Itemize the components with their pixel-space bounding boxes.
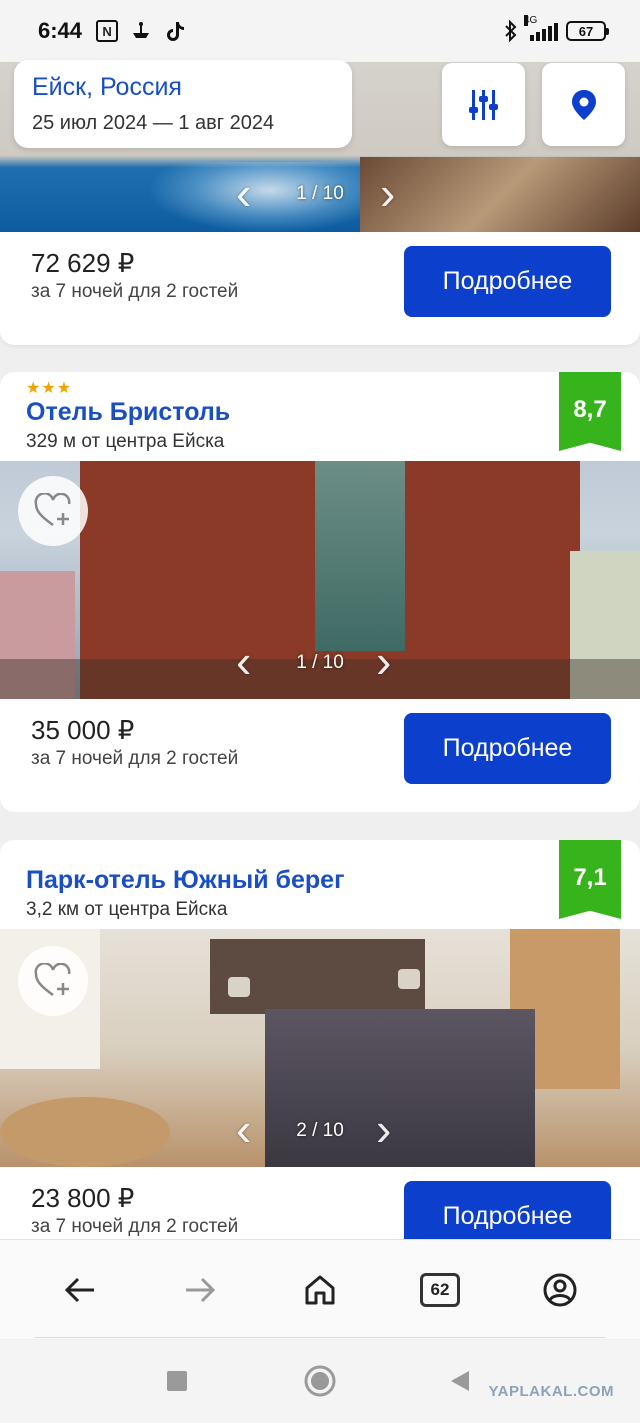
hotel-price: 72 629 ₽ bbox=[31, 248, 135, 278]
circle-icon bbox=[304, 1365, 336, 1397]
search-summary[interactable]: Ейск, Россия 25 июл 2024 — 1 авг 2024 bbox=[14, 60, 352, 148]
square-icon bbox=[167, 1371, 187, 1391]
hotel-card-top-footer: 72 629 ₽ за 7 ночей для 2 гостей Подробн… bbox=[0, 232, 640, 345]
image-next-arrow-icon[interactable]: › bbox=[376, 638, 391, 684]
heart-plus-icon bbox=[34, 493, 71, 527]
bedside-lamp bbox=[228, 977, 250, 997]
bluetooth-icon bbox=[500, 20, 522, 42]
image-counter: 1 / 10 bbox=[296, 652, 344, 673]
hotel-price: 23 800 ₽ bbox=[31, 1183, 135, 1213]
forward-button[interactable] bbox=[175, 1265, 225, 1315]
hotel-price-sub: за 7 ночей для 2 гостей bbox=[31, 1216, 239, 1237]
network-type: 4G bbox=[524, 15, 538, 26]
triangle-back-icon bbox=[451, 1371, 469, 1391]
status-time: 6:44 bbox=[38, 18, 83, 43]
heart-plus-icon bbox=[34, 963, 71, 997]
browser-bottom-bar: 62 bbox=[0, 1239, 640, 1339]
profile-button[interactable] bbox=[535, 1265, 585, 1315]
battery-level: 67 bbox=[578, 23, 594, 39]
details-button[interactable]: Подробнее bbox=[404, 713, 611, 784]
signal-icon: 4G bbox=[524, 15, 558, 41]
nfc-icon: N bbox=[96, 20, 119, 42]
map-button[interactable] bbox=[542, 63, 625, 146]
hotel-price-sub: за 7 ночей для 2 гостей bbox=[31, 748, 239, 769]
hotel-rating-badge: 8,7 bbox=[559, 372, 621, 451]
hotel-image[interactable]: ‹ 2 / 10 › bbox=[0, 929, 640, 1167]
hotel-rating-badge: 7,1 bbox=[559, 840, 621, 919]
tabs-button[interactable]: 62 bbox=[415, 1265, 465, 1315]
home-icon bbox=[305, 1275, 335, 1304]
hotel-name[interactable]: Отель Бристоль bbox=[26, 398, 230, 427]
image-counter: 2 / 10 bbox=[296, 1120, 344, 1141]
filters-button[interactable] bbox=[442, 63, 525, 146]
back-system-button[interactable] bbox=[449, 1369, 471, 1398]
system-navigation-bar: YAPLAKAL.COM bbox=[0, 1340, 640, 1423]
watermark: YAPLAKAL.COM bbox=[488, 1383, 614, 1400]
tabs-count: 62 bbox=[420, 1272, 460, 1307]
search-city: Ейск, Россия bbox=[32, 73, 182, 101]
building-glass-section bbox=[315, 461, 405, 651]
arrow-left-icon bbox=[64, 1277, 94, 1302]
hotel-distance: 3,2 км от центра Ейска bbox=[26, 899, 228, 920]
hotel-price: 35 000 ₽ bbox=[31, 715, 135, 745]
arrow-right-icon bbox=[186, 1277, 216, 1302]
bedside-lamp bbox=[398, 969, 420, 989]
status-notification-icons: N bbox=[96, 20, 186, 42]
favorite-button[interactable] bbox=[18, 476, 88, 546]
recents-button[interactable] bbox=[166, 1370, 188, 1397]
battery-icon: 67 bbox=[566, 21, 609, 41]
image-counter: 1 / 10 bbox=[296, 183, 344, 204]
bed bbox=[265, 1009, 535, 1167]
back-button[interactable] bbox=[55, 1265, 105, 1315]
image-next-arrow-icon[interactable]: › bbox=[376, 1106, 391, 1152]
map-pin-icon bbox=[571, 89, 596, 120]
hotel-image[interactable]: ‹ 1 / 10 › bbox=[0, 461, 640, 699]
hotel-card[interactable]: ★★★ Отель Бристоль 329 м от центра Ейска… bbox=[0, 372, 640, 812]
details-button[interactable]: Подробнее bbox=[404, 246, 611, 317]
favorite-button[interactable] bbox=[18, 946, 88, 1016]
divider bbox=[34, 1337, 606, 1338]
tiktok-icon bbox=[164, 20, 186, 42]
image-next-arrow-icon[interactable]: › bbox=[380, 170, 395, 216]
hotel-distance: 329 м от центра Ейска bbox=[26, 431, 225, 452]
hotel-stars: ★★★ bbox=[26, 380, 73, 397]
search-dates: 25 июл 2024 — 1 авг 2024 bbox=[32, 112, 275, 134]
hotel-name[interactable]: Парк-отель Южный берег bbox=[26, 866, 344, 895]
status-bar: 6:44 N 4G 67 bbox=[0, 0, 640, 62]
home-system-button[interactable] bbox=[304, 1365, 336, 1402]
profile-icon bbox=[543, 1273, 577, 1306]
hotel-price-sub: за 7 ночей для 2 гостей bbox=[31, 281, 239, 302]
filters-icon bbox=[468, 89, 498, 120]
home-button[interactable] bbox=[295, 1265, 345, 1315]
hotel-card[interactable]: Парк-отель Южный берег 3,2 км от центра … bbox=[0, 840, 640, 1260]
status-system-icons: 4G 67 bbox=[500, 15, 609, 42]
boat-notification-icon bbox=[130, 20, 152, 42]
